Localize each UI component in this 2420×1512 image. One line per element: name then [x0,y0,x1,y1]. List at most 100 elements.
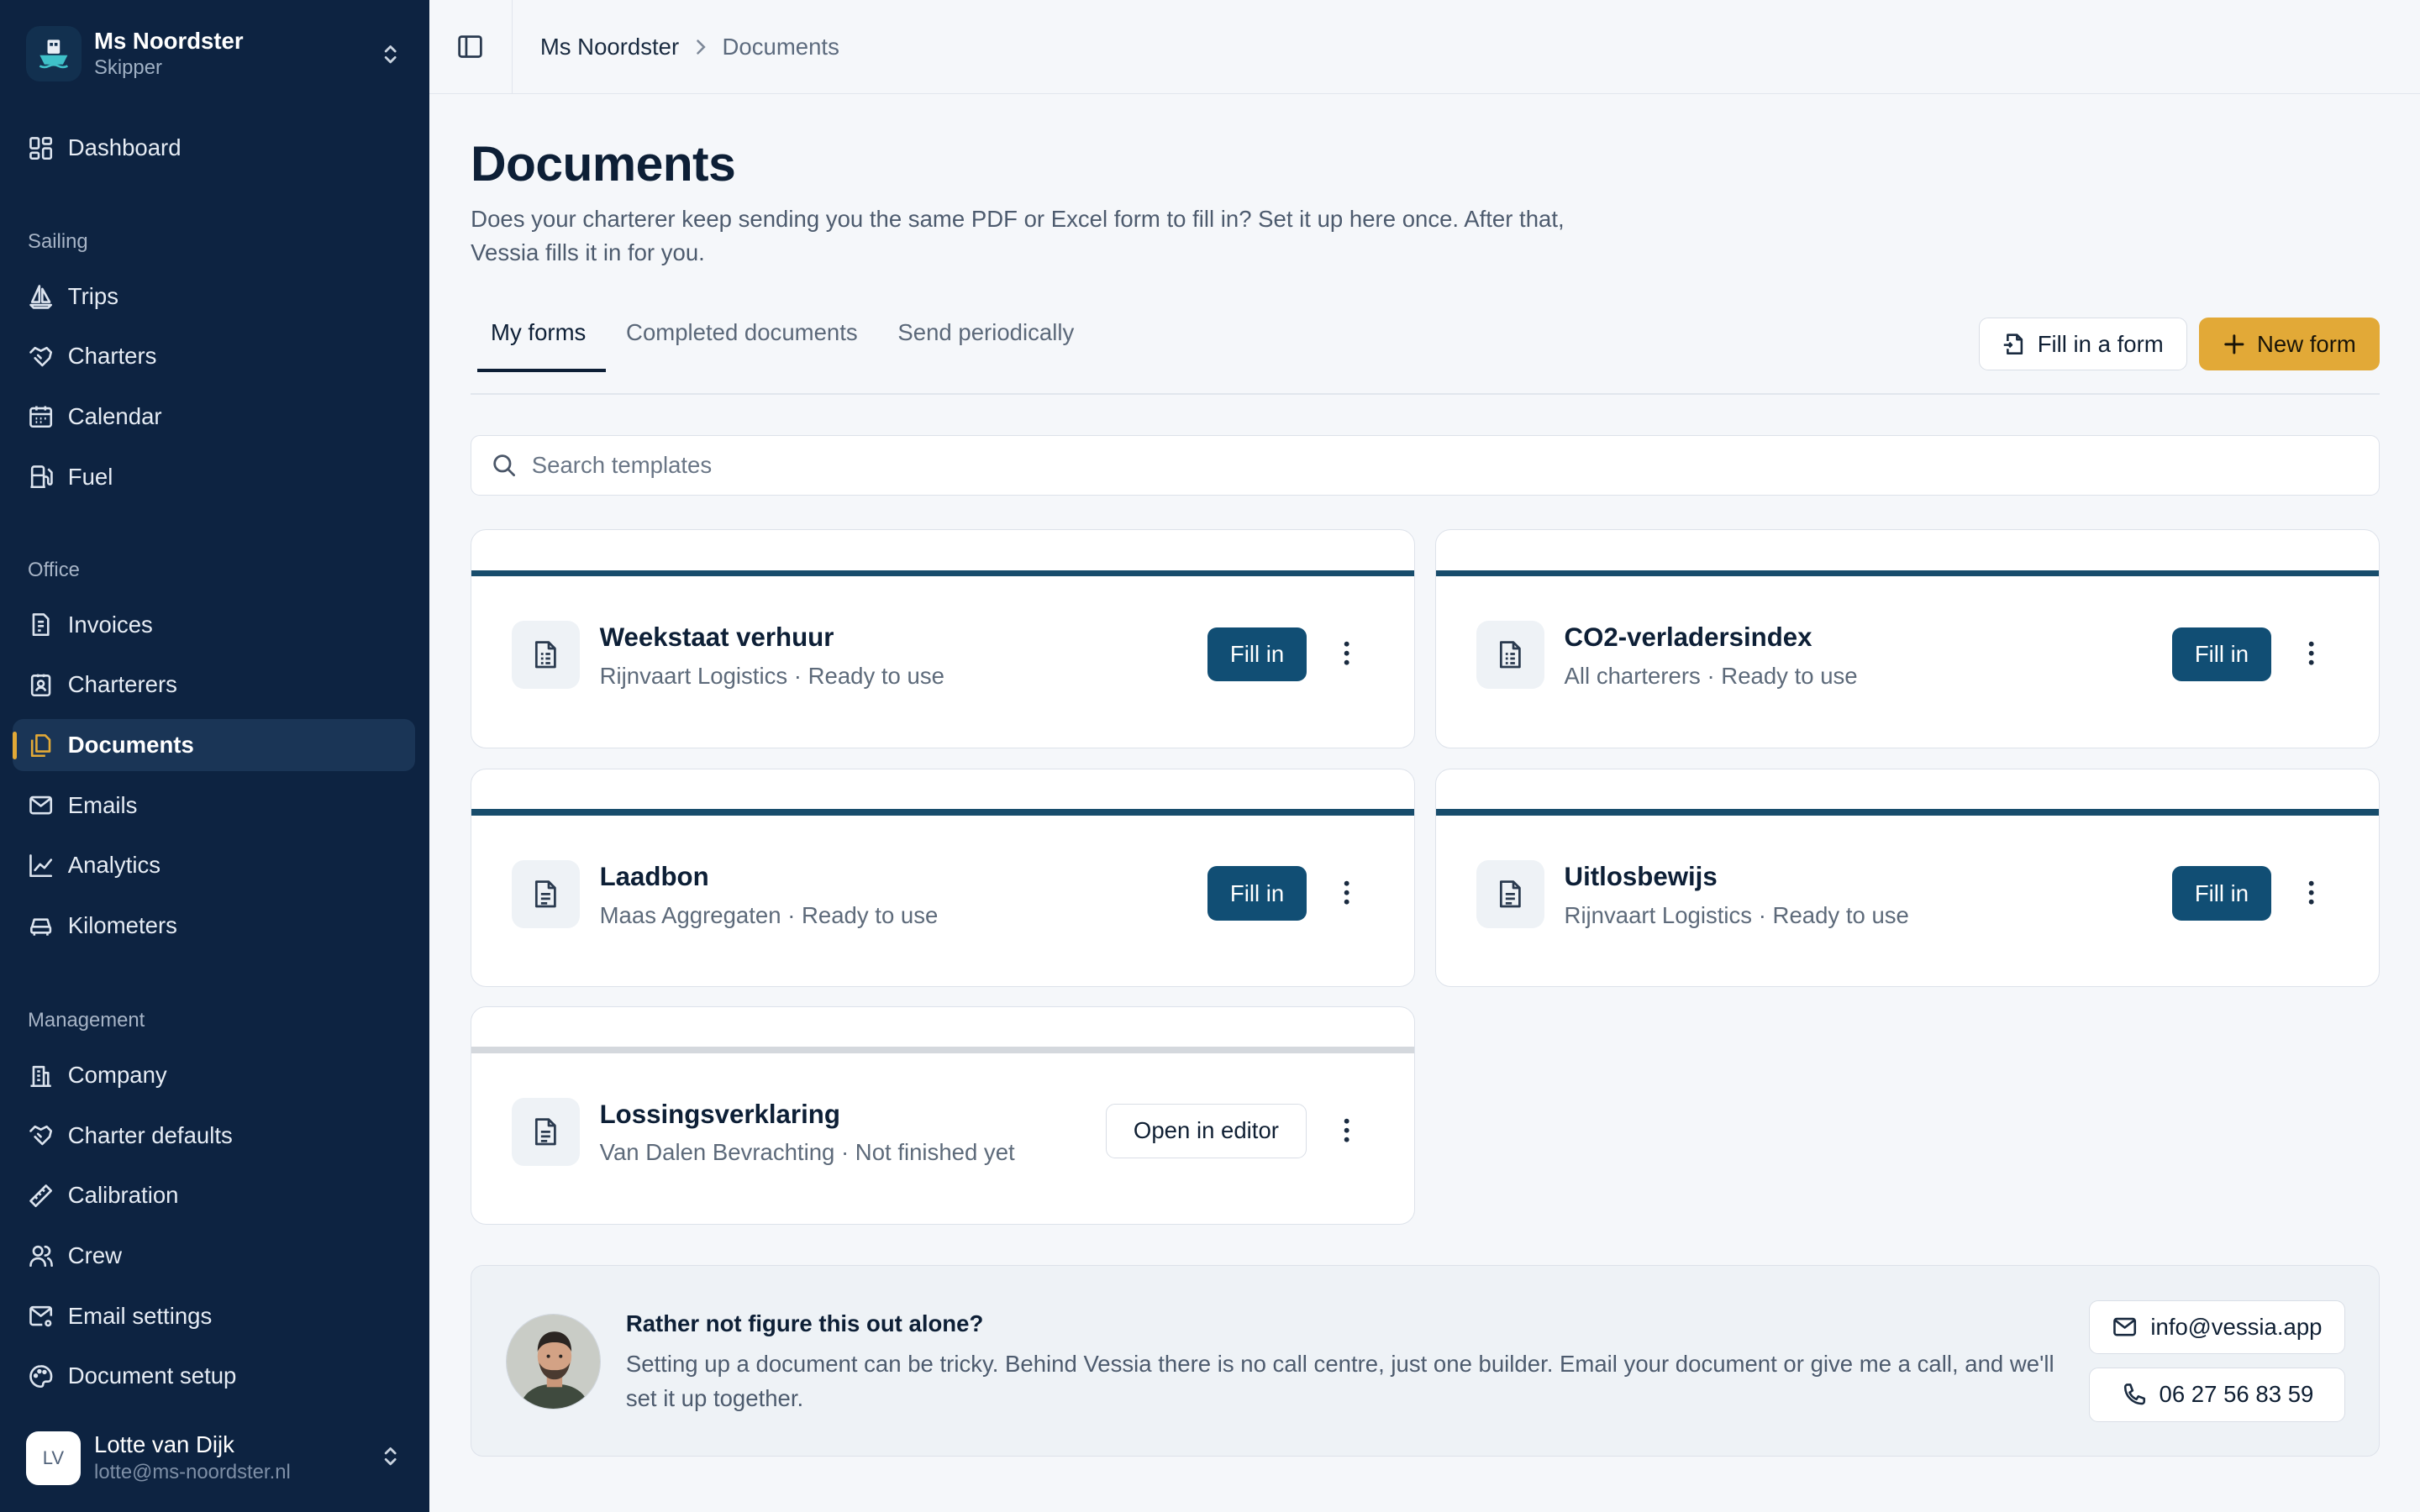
breadcrumb: Ms Noordster Documents [540,34,839,60]
search-field[interactable] [471,434,2381,496]
sidebar-item-label: Company [67,1062,167,1089]
sidebar-item-label: Kilometers [67,912,177,938]
phone-contact-label: 06 27 56 83 59 [2159,1381,2314,1408]
nav-section-office: Office [28,558,80,581]
user-email: lotte@ms-noordster.nl [94,1460,291,1483]
more-vertical-icon[interactable] [1331,1113,1362,1147]
sidebar-item-emails[interactable]: Emails [13,780,415,832]
more-vertical-icon[interactable] [1331,875,1362,909]
plus-icon [2223,334,2244,354]
tab-completed-documents[interactable]: Completed documents [606,319,877,371]
sidebar-item-calibration[interactable]: Calibration [13,1169,415,1221]
sidebar-item-label: Charter defaults [67,1121,233,1148]
sailboat-icon [29,285,53,309]
form-title: Laadbon [599,861,709,891]
fill-in-form-label: Fill in a form [2037,330,2164,357]
sidebar-item-label: Fuel [67,463,113,490]
panel-left-icon [458,35,482,58]
sidebar-item-charterers[interactable]: Charterers [13,659,415,711]
sidebar-item-label: Dashboard [67,134,182,161]
sidebar-item-email-settings[interactable]: Email settings [13,1289,415,1341]
form-card: Uitlosbewijs Rijnvaart Logistics · Ready… [1435,768,2381,988]
card-accent-bar [471,570,1415,577]
open-in-editor-button[interactable]: Open in editor [1106,1104,1307,1158]
building-icon [30,1065,51,1087]
more-vertical-icon[interactable] [1331,637,1362,670]
sidebar-item-label: Email settings [67,1302,213,1329]
sidebar-item-label: Charters [67,343,157,370]
receipt-icon [32,613,50,637]
fill-in-button[interactable]: Fill in [2172,627,2271,681]
sidebar-item-label: Calendar [67,402,162,429]
main-content: Ms Noordster Documents Documents Does yo… [429,0,2420,1512]
sidebar-item-dashboard[interactable]: Dashboard [13,122,415,174]
form-card: Laadbon Maas Aggregaten · Ready to use F… [471,768,1416,988]
form-subtitle: Rijnvaart Logistics · Ready to use [1564,901,1909,928]
phone-contact-button[interactable]: 06 27 56 83 59 [2089,1368,2345,1422]
form-card: Weekstaat verhuur Rijnvaart Logistics · … [471,528,1416,748]
form-subtitle: Van Dalen Bevrachting · Not finished yet [599,1139,1015,1166]
builder-photo [505,1314,602,1410]
chevrons-up-down-icon [384,1447,397,1466]
sidebar-item-documents[interactable]: Documents [12,718,416,772]
sidebar-item-fuel[interactable]: Fuel [13,450,415,502]
sidebar-item-label: Crew [67,1242,123,1269]
dashboard-icon [29,136,53,160]
sidebar-item-document-setup[interactable]: Document setup [13,1350,415,1402]
breadcrumb-root[interactable]: Ms Noordster [540,34,679,60]
file-import-icon [2004,333,2023,354]
tab-my-forms[interactable]: My forms [471,319,606,372]
users-icon [29,1246,53,1268]
search-input[interactable] [531,451,2230,479]
car-icon [30,918,52,937]
form-card: Lossingsverklaring Van Dalen Bevrachting… [471,1005,1416,1226]
line-chart-icon [29,853,53,877]
ship-switcher[interactable]: Ms Noordster Skipper [26,24,415,83]
sidebar-item-charters[interactable]: Charters [13,330,415,382]
file-text-icon [511,860,580,928]
sidebar-item-charter-defaults[interactable]: Charter defaults [13,1110,415,1162]
file-text-icon [511,1097,580,1166]
form-subtitle: All charterers · Ready to use [1564,662,1858,689]
fill-in-button[interactable]: Fill in [1207,627,1307,681]
page-title: Documents [471,136,736,192]
new-form-button[interactable]: New form [2199,318,2381,370]
chevrons-up-down-icon [384,45,397,63]
sidebar-item-calendar[interactable]: Calendar [13,391,415,443]
calendar-icon [29,406,53,428]
nav-section-sailing: Sailing [28,229,88,253]
sidebar-item-label: Charterers [67,671,177,698]
sidebar-item-label: Analytics [67,852,161,879]
handshake-icon [29,1126,53,1146]
sidebar-item-crew[interactable]: Crew [13,1230,415,1282]
fill-in-form-button[interactable]: Fill in a form [1978,318,2187,370]
documents-icon [30,733,51,757]
mail-icon [2113,1317,2137,1336]
handshake-icon [29,346,53,366]
user-menu[interactable]: LV Lotte van Dijk lotte@ms-noordster.nl [26,1427,415,1488]
email-contact-button[interactable]: info@vessia.app [2089,1299,2345,1354]
sidebar-item-label: Invoices [67,611,153,638]
file-text-icon [511,621,580,690]
form-subtitle: Rijnvaart Logistics · Ready to use [599,662,944,689]
sidebar-item-invoices[interactable]: Invoices [13,599,415,651]
fill-in-button[interactable]: Fill in [2172,866,2271,921]
more-vertical-icon[interactable] [2296,875,2327,909]
help-text: Setting up a document can be tricky. Beh… [625,1351,2054,1411]
fill-in-button[interactable]: Fill in [1207,866,1307,921]
sidebar-item-analytics[interactable]: Analytics [13,839,415,891]
card-accent-bar [1436,570,2380,577]
sidebar-item-kilometers[interactable]: Kilometers [13,900,415,952]
form-title: Uitlosbewijs [1564,861,1718,891]
more-vertical-icon[interactable] [2296,637,2327,670]
form-title: Weekstaat verhuur [599,622,834,653]
sidebar-item-company[interactable]: Company [13,1049,415,1101]
tab-send-periodically[interactable]: Send periodically [878,319,1095,371]
sidebar-item-label: Emails [67,791,138,818]
fuel-icon [30,465,53,488]
new-form-label: New form [2256,330,2356,357]
sidebar-toggle-button[interactable] [429,0,513,94]
sidebar-item-trips[interactable]: Trips [13,270,415,322]
ruler-icon [29,1184,53,1207]
nav-section-management: Management [28,1009,145,1032]
